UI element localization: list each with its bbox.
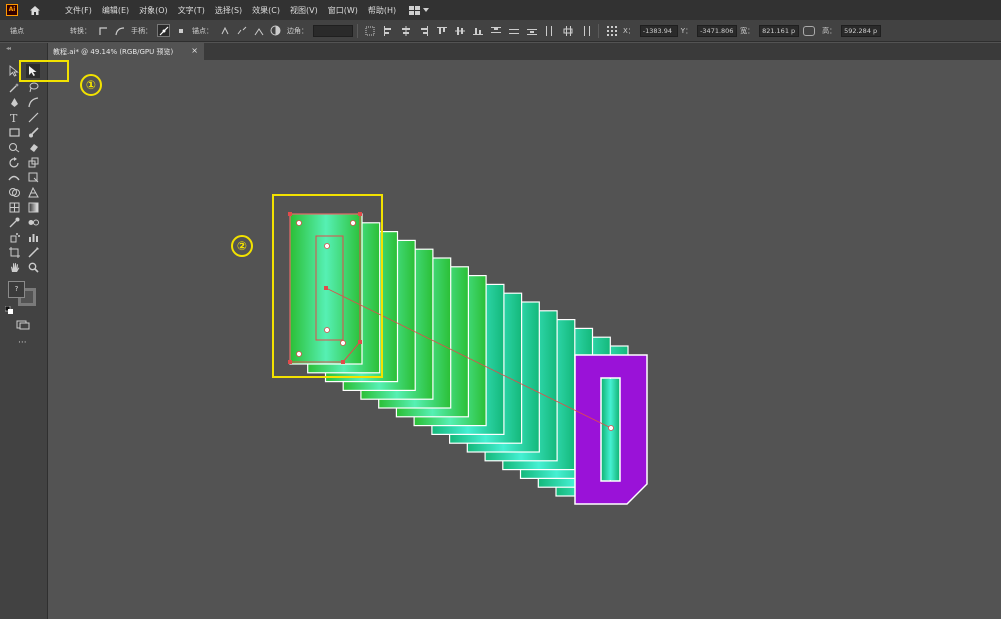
perspective-grid-icon[interactable] [26,185,40,199]
remove-anchor-icon[interactable] [218,24,231,37]
menu-edit[interactable]: 编辑(E) [97,5,134,16]
distribute-hcenter-icon[interactable] [561,24,574,37]
mesh-tool-icon[interactable] [7,200,21,214]
anchor-label: 锚点： [192,26,213,35]
convert-smooth-icon[interactable] [113,24,126,37]
fill-swatch: ? [8,281,25,298]
menu-help[interactable]: 帮助(H) [363,5,401,16]
x-field[interactable]: -1383.94 [639,24,678,37]
zoom-tool-icon[interactable] [26,260,40,274]
curvature-tool-icon[interactable] [26,95,40,109]
y-label: Y： [680,26,693,35]
w-label: 宽： [740,26,755,35]
paintbrush-icon[interactable] [26,125,40,139]
close-tab-icon[interactable]: × [191,46,198,55]
pen-tool-icon[interactable] [7,95,21,109]
document-tab-title: 教程.ai* @ 49.14% (RGB/GPU 预览) [53,47,174,56]
workspace-icon[interactable] [409,5,430,15]
connect-anchor-icon[interactable] [252,24,265,37]
align-buttons [379,24,594,37]
step-1-badge: ① [80,74,102,96]
scale-tool-icon[interactable] [26,155,40,169]
menu-window[interactable]: 窗口(W) [323,5,363,16]
show-handles-icon[interactable] [157,24,170,37]
corner-label: 边角： [287,26,308,35]
align-to-icon[interactable] [364,24,377,37]
shaper-tool-icon[interactable] [7,140,21,154]
transform-reference-icon[interactable] [605,24,618,37]
default-colors-icon[interactable] [4,305,14,315]
y-field[interactable]: -3471.806 [697,24,738,37]
type-tool-icon[interactable]: T [7,110,21,124]
convert-label: 转换： [70,26,91,35]
document-tab-bar: 教程.ai* @ 49.14% (RGB/GPU 预览) × [48,43,1001,60]
slice-tool-icon[interactable] [26,245,40,259]
menu-effect[interactable]: 效果(C) [247,5,285,16]
document-tab[interactable]: 教程.ai* @ 49.14% (RGB/GPU 预览) × [48,43,204,60]
distribute-bottom-icon[interactable] [525,24,538,37]
distribute-top-icon[interactable] [489,24,502,37]
cut-path-icon[interactable] [235,24,248,37]
collapse-panel-icon[interactable]: ◂◂ [6,45,11,52]
isolate-icon[interactable] [269,24,282,37]
corner-radius-field[interactable] [313,24,353,37]
eyedropper-icon[interactable] [7,215,21,229]
menu-type[interactable]: 文字(T) [173,5,210,16]
align-left-icon[interactable] [381,24,394,37]
step-2-badge: ② [231,235,253,257]
convert-corner-icon[interactable] [96,24,109,37]
width-field[interactable]: 821.161 p [759,24,800,37]
menu-file[interactable]: 文件(F) [60,5,97,16]
more-tools-icon[interactable]: ··· [18,338,27,348]
distribute-left-icon[interactable] [543,24,556,37]
anchor-mode-label: 锚点 [10,26,24,35]
shape-builder-icon[interactable] [7,185,21,199]
distribute-right-icon[interactable] [579,24,592,37]
align-vcenter-icon[interactable] [453,24,466,37]
gradient-tool-icon[interactable] [26,200,40,214]
symbol-sprayer-icon[interactable] [7,230,21,244]
hide-handles-icon[interactable] [174,24,187,37]
width-tool-icon[interactable] [7,170,21,184]
home-icon[interactable] [28,3,42,17]
menu-view[interactable]: 视图(V) [285,5,323,16]
h-label: 高： [822,26,837,35]
handle-label: 手柄： [131,26,152,35]
eraser-icon[interactable] [26,140,40,154]
artboard-tool-icon[interactable] [7,245,21,259]
menu-object[interactable]: 对象(O) [134,5,173,16]
canvas-artwork[interactable] [48,60,1001,619]
line-tool-icon[interactable] [26,110,40,124]
menu-bar: Ai 文件(F) 编辑(E) 对象(O) 文字(T) 选择(S) 效果(C) 视… [0,0,1001,20]
lasso-icon[interactable] [26,80,40,94]
distribute-vcenter-icon[interactable] [507,24,520,37]
rotate-tool-icon[interactable] [7,155,21,169]
height-field[interactable]: 592.284 p [841,24,882,37]
align-bottom-icon[interactable] [471,24,484,37]
tools-panel: ◂◂ T ? ··· [0,43,48,619]
column-graph-icon[interactable] [26,230,40,244]
align-right-icon[interactable] [417,24,430,37]
magic-wand-icon[interactable] [7,80,21,94]
ai-logo-icon[interactable]: Ai [6,4,18,16]
align-hcenter-icon[interactable] [399,24,412,37]
blend-tool-icon[interactable] [26,215,40,229]
link-proportions-icon[interactable] [803,25,816,36]
drawing-modes-icon[interactable] [16,318,30,332]
x-label: X： [623,26,635,35]
menu-select[interactable]: 选择(S) [210,5,247,16]
control-bar: 锚点 转换： 手柄： 锚点： 边角： X： -1383.94 Y： -3471.… [0,20,1001,42]
align-top-icon[interactable] [435,24,448,37]
selection-tool-highlight [19,60,69,82]
free-transform-icon[interactable] [26,170,40,184]
hand-tool-icon[interactable] [7,260,21,274]
rectangle-tool-icon[interactable] [7,125,21,139]
svg-text:T: T [10,112,18,123]
